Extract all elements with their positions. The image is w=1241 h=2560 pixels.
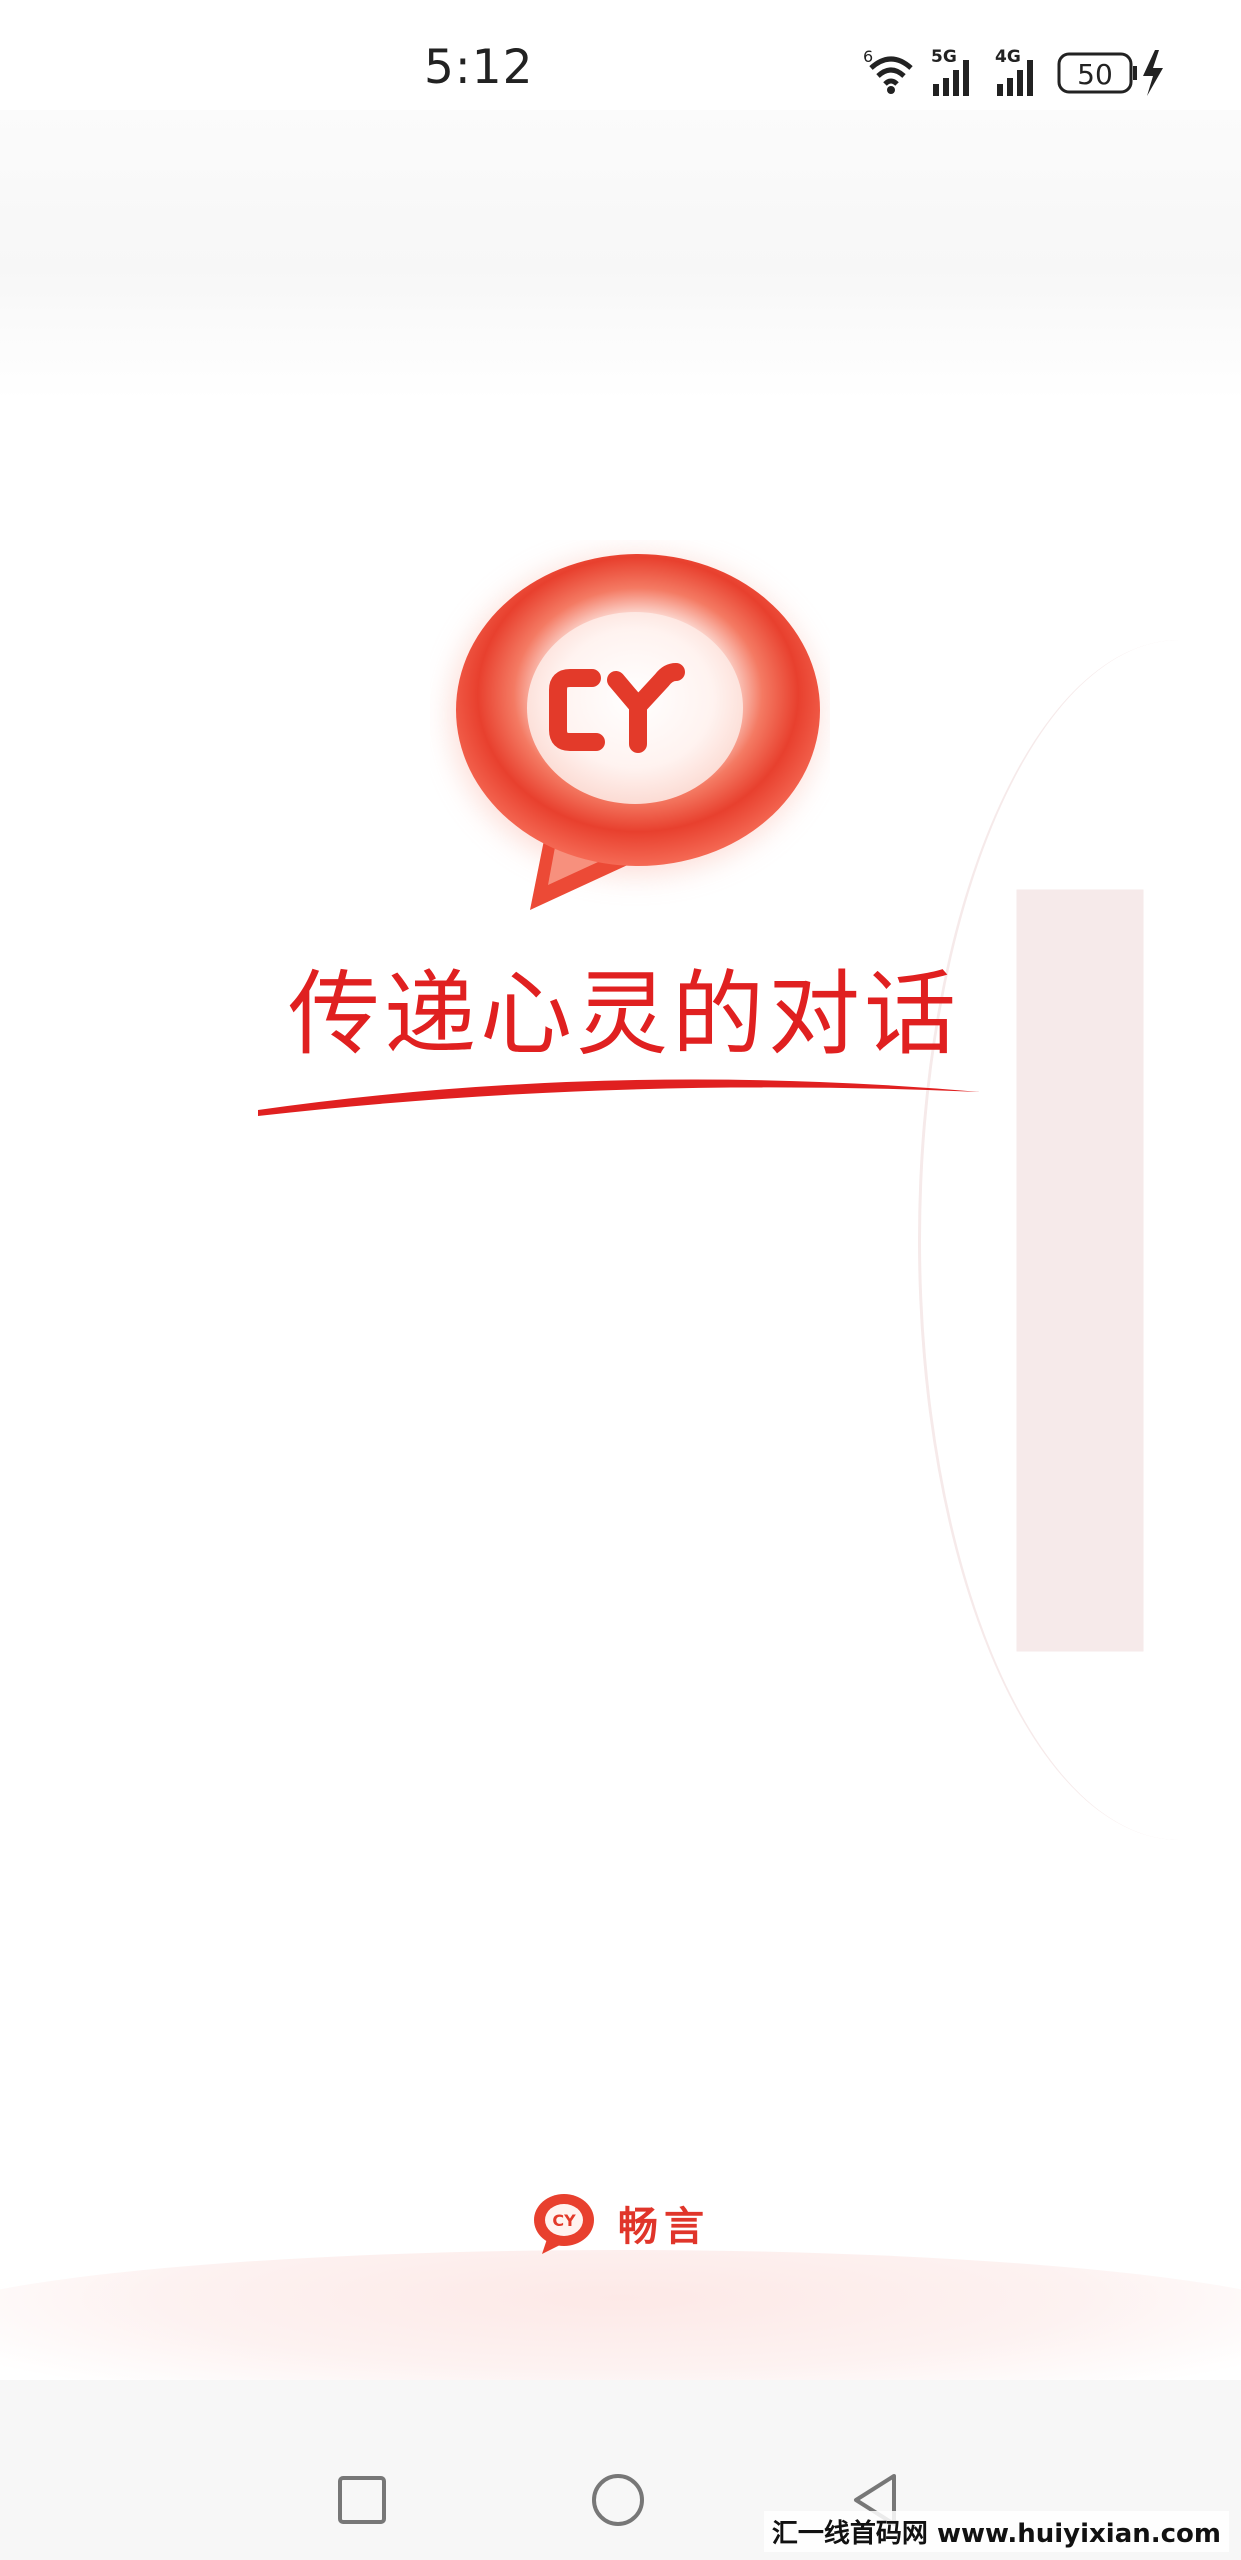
status-icons: 6 5G 4G 50 [863,46,1173,98]
home-icon [592,2474,644,2526]
status-time: 5:12 [424,40,534,95]
recent-apps-button[interactable] [332,2470,392,2530]
svg-text:5G: 5G [931,47,957,67]
top-background [0,110,1241,400]
svg-text:CY: CY [552,2211,576,2230]
svg-text:6: 6 [863,47,873,66]
background-swoosh [918,640,1241,1840]
battery-icon: 50 [1057,52,1137,94]
status-bar: 5:12 6 5G 4G 50 [0,0,1241,140]
splash-screen: 5:12 6 5G 4G 50 传递心灵的对话 CY 畅言 汇一线首码网 www… [0,0,1241,2560]
home-button[interactable] [588,2470,648,2530]
watermark: 汇一线首码网 www.huiyixian.com [763,2511,1229,2552]
wifi-icon: 6 [863,47,913,94]
svg-text:4G: 4G [995,47,1021,67]
slogan: 传递心灵的对话 [250,960,990,1140]
svg-text:50: 50 [1077,58,1113,91]
charging-icon [1143,50,1163,96]
brand-logo-icon: CY [534,2194,594,2254]
brand-name: 畅言 [618,2204,710,2250]
signal-4g-icon: 4G [995,47,1033,96]
slogan-underline [258,1079,980,1116]
slogan-text: 传递心灵的对话 [287,961,960,1068]
signal-5g-icon: 5G [931,47,969,96]
app-logo: CY [430,540,830,930]
bottom-brand: CY 畅言 [530,2190,710,2256]
recent-apps-icon [338,2476,386,2524]
